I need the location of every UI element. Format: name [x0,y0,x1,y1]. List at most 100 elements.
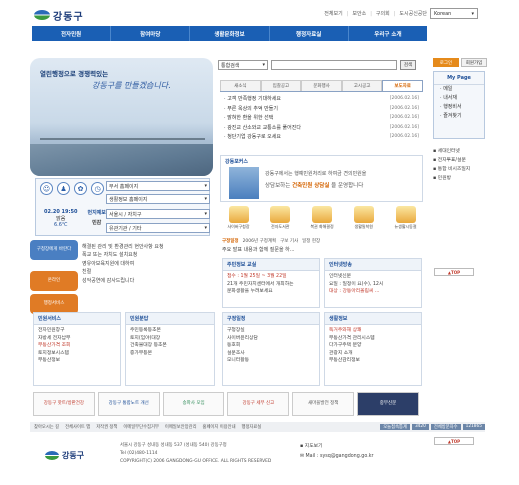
footer-email[interactable]: ✉ Mail : sysq@gangdong.go.kr [300,452,373,462]
list-item[interactable]: 독거주와해 상쾌 [329,327,417,335]
list-item[interactable]: 건축물대장 등초본 [130,342,210,350]
related-org-select[interactable]: 유관기관 / 기타 ▾ [106,223,210,233]
smile-icon[interactable]: ☺ [40,182,53,195]
gnb-item[interactable]: 참여마당 [111,26,191,41]
tab-news[interactable]: 새소식 [220,80,261,91]
banner[interactable]: 새마을발전 정책 [292,392,355,416]
gnb-item[interactable]: 우리구 소개 [349,26,427,41]
list-item[interactable]: 영유아보육지원에 대하여 [82,260,164,268]
list-item[interactable]: 증가부등본 [130,350,210,358]
news-row[interactable]: · 푸른 옥상의 추억 만들기 [2006.02.16] [220,104,423,114]
site-logo[interactable]: 강동구 [34,7,84,23]
map-link[interactable]: ▪ 지도보기 [300,442,373,452]
footer-link[interactable]: 홈페이지 이용안내 [203,424,236,430]
search-scope-select[interactable]: 통합검색 ▾ [218,60,268,70]
banner[interactable]: 강동구 세무 신고 [227,392,290,416]
banner[interactable]: 강동구 핫트/방판건강 [33,392,95,416]
list-item[interactable]: 동호회 [227,342,315,350]
top-button[interactable]: ▲ TOP [434,268,474,276]
dept-homepage-select[interactable]: 부서 홈페이지 ▾ [106,181,210,191]
mypage-item[interactable]: · 행정비서 [434,103,484,112]
subtab[interactable]: 구보 기사 [280,238,298,244]
tab-press[interactable]: 보도자료 [382,80,423,91]
top-button-footer[interactable]: ▲ TOP [434,437,474,445]
tab-notice[interactable]: 고시공고 [341,80,383,91]
list-item[interactable]: 폭교 또는 자치도 설치요청 [82,251,164,259]
list-item[interactable]: 설문조사 [227,350,315,358]
list-item[interactable]: 문화생활을 누려보세요 [227,288,315,296]
walk-icon[interactable]: ✿ [74,182,87,195]
service-item[interactable]: 뉴생활시동절 [389,206,422,234]
subtab[interactable]: 구정일정 [222,238,239,244]
tab-bids[interactable]: 입찰공고 [260,80,302,91]
footer-link[interactable]: 전체사이트 맵 [65,424,90,430]
right-link[interactable]: ▪ 통합 비시즈일지 [433,165,470,174]
clock-icon[interactable]: ◷ [91,182,104,195]
list-item[interactable]: 요일 : 일정이 요(수), 12시 [329,281,417,289]
list-item[interactable]: 모니터활동 [227,357,315,365]
mypage-item[interactable]: · 내서재 [434,94,484,103]
service-item[interactable]: 복권 화해결정 [306,206,339,234]
list-item[interactable]: 자방세 전자납부 [38,335,116,343]
banner[interactable]: 강동구 통합노트 개선 [97,392,160,416]
footer-link[interactable]: 이메일무단수집거부 [123,424,159,430]
gnb-item[interactable]: 전자민원 [32,26,112,41]
list-item[interactable]: 해결된 관리 및 환경관리 현안사항 요청 [82,243,164,251]
search-input[interactable] [271,60,397,70]
banner[interactable]: 송파사 모임 [162,392,225,416]
list-item[interactable]: 인터넷신문 [329,273,417,281]
mypage-item[interactable]: · 메일 [434,85,484,94]
news-row[interactable]: · 밝혀한 환을 위한 선택 [2006.02.16] [220,113,423,123]
list-item[interactable]: 부동산정보 [38,357,116,365]
list-item[interactable]: 주요 발표 내용과 함께 질문을 하... [222,246,295,254]
news-row[interactable]: · 청단기업 강동구로 오세요 [2006.02.16] [220,132,423,142]
mypage-item[interactable]: · 즐겨찾기 [434,112,484,121]
list-item[interactable]: 사이버윤리상담 [227,335,315,343]
top-link[interactable]: 구의회 [370,10,390,17]
service-item[interactable]: 생활밀착원 [347,206,380,234]
subtab[interactable]: 2006년 구정계획 [243,238,277,244]
service-item[interactable]: 전자도서관 [264,206,297,234]
list-item[interactable]: 부동산감리정보 [329,357,417,365]
focus-box[interactable]: 강동포커스 강동구에서는 행예민원처리로 하여금 견의민원을 상담보하는 건축민… [220,155,423,202]
list-item[interactable]: 다가구주택 분양 [329,342,417,350]
life-homepage-select[interactable]: 생활정보 홈페이지 ▾ [106,194,210,204]
right-link[interactable]: ▪ 민원방 [433,174,470,183]
join-button[interactable]: 회원가입 [461,58,487,67]
service-banner[interactable]: 행정서비스 [30,294,78,314]
list-item[interactable]: 구청장실 [227,327,315,335]
right-link[interactable]: ▪ 전자투표/설문 [433,156,470,165]
list-item[interactable]: 대상 : 강동아리올림씨 ... [329,288,417,296]
search-button[interactable]: 검색 [400,60,416,70]
list-item[interactable]: 토지정보시스템 [38,350,116,358]
online-banner[interactable]: 온라인 [30,271,78,291]
banner[interactable]: 중부신문 [357,392,419,416]
list-item[interactable]: 21개 주민자치센터에서 개최하는 [227,281,315,289]
gnb-item[interactable]: 생활문화정보 [190,26,270,41]
footer-link[interactable]: 행정자료실 [242,424,262,430]
right-link[interactable]: ▪ 세대인터넷 [433,147,470,156]
footer-link[interactable]: 찾아오시는 길 [34,424,59,430]
list-item[interactable]: 주민등록등초본 [130,327,210,335]
login-button[interactable]: 로그인 [433,58,459,67]
service-item[interactable]: 사이버구청장 [222,206,255,234]
top-link[interactable]: 보안소 [347,10,366,17]
subtab[interactable]: 일정 현장 [302,238,320,244]
list-item[interactable]: 부동산가격 관리시스템 [329,335,417,343]
mayor-banner[interactable]: 구청장에게 바란다 [30,240,78,260]
list-item[interactable]: 부동산가격 조회 [38,342,116,350]
tab-culture[interactable]: 문화행사 [301,80,342,91]
gnb-item[interactable]: 행정자료실 [270,26,349,41]
top-link[interactable]: 전체보기 [324,10,342,17]
footer-link[interactable]: 저작권 정책 [96,424,117,430]
list-item[interactable]: 관광지 소개 [329,350,417,358]
list-item[interactable]: 친절 [82,268,164,276]
people-icon[interactable]: ♟ [57,182,70,195]
list-item[interactable]: 성악공연에 감사드립니다 [82,277,164,285]
language-select[interactable]: Korean ▾ [430,8,478,19]
list-item[interactable]: 접수 : 1월 25일 ~ 3월 22일 [227,273,315,281]
footer-link[interactable]: 이메일보안망관리 [165,424,197,430]
list-item[interactable]: 토지(임야)대장 [130,335,210,343]
news-row[interactable]: · 광진교 산소와교 교통소를 풀어진다 [2006.02.16] [220,123,423,133]
list-item[interactable]: 전자민원창구 [38,327,116,335]
